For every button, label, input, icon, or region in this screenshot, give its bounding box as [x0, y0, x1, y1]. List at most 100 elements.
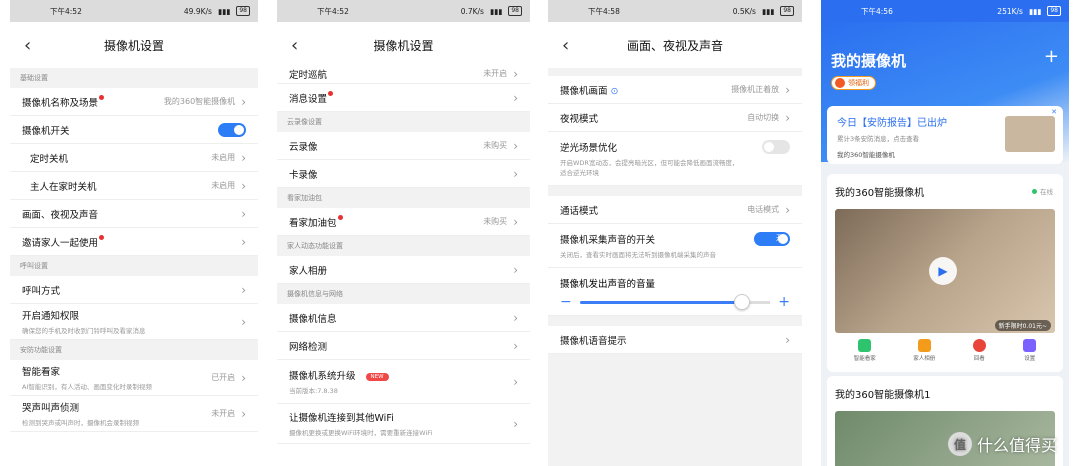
battery-icon: 98: [1047, 6, 1061, 16]
picture-settings-row[interactable]: 画面、夜视及声音 ›: [10, 200, 258, 228]
section-security: 安防功能设置: [10, 340, 258, 360]
home-off-label: 主人在家时关机: [30, 181, 97, 193]
chevron-right-icon: ›: [513, 310, 518, 325]
back-icon[interactable]: ‹: [24, 35, 31, 56]
call-mode-value: 电话模式: [747, 205, 780, 214]
card-record-row[interactable]: 卡录像 ›: [277, 160, 530, 188]
cry-detect-row[interactable]: 哭声叫声侦测 检测到哭声或叫声时，摄像机会录制视频 未开启 ›: [10, 396, 258, 432]
signal-icon: ▮▮▮: [1028, 6, 1042, 16]
home-off-row[interactable]: 主人在家时关机 未启用 ›: [10, 172, 258, 200]
night-mode-label: 夜视模式: [560, 113, 599, 125]
shield-check-icon: [858, 339, 872, 352]
wdr-desc: 开启WDR宽动态，会提亮暗光区，但可能会降低画面流畅度，适合逆光环境: [560, 159, 739, 177]
invite-family-label: 邀请家人一起使用: [22, 237, 99, 249]
volume-knob[interactable]: [733, 293, 750, 310]
family-album-label: 家人相册: [289, 265, 328, 277]
cloud-record-value: 未购买: [483, 141, 508, 150]
system-upgrade-version: 当前版本:7.8.38: [289, 387, 338, 395]
camera-picture-value: 摄像机正着放: [731, 85, 780, 94]
volume-plus-icon[interactable]: +: [778, 294, 790, 310]
back-icon[interactable]: ‹: [562, 35, 569, 56]
status-time: 下午4:52: [317, 6, 349, 16]
chevron-right-icon: ›: [241, 370, 246, 385]
cloud-record-row[interactable]: 云录像 未购买 ›: [277, 132, 530, 160]
wdr-row: 逆光场景优化 开启WDR宽动态，会提亮暗光区，但可能会降低画面流畅度，适合逆光环境: [548, 132, 802, 186]
screen-my-cameras: 下午4:56 251K/s ▮▮▮ 98 我的摄像机 + 领福利 今日【安防报告…: [821, 0, 1069, 466]
camera-picture-row[interactable]: 摄像机画面 ⊙ 摄像机正着放 ›: [548, 76, 802, 104]
camera-actions: 智能看家 家人相册 回看 设置: [835, 339, 1055, 362]
security-report-card[interactable]: 今日【安防报告】已出炉 累计3条安防消息，点击查看 我的360智能摄像机 ✕: [827, 106, 1063, 164]
fuel-pack-row[interactable]: 看家加油包 未购买 ›: [277, 208, 530, 236]
invite-family-row[interactable]: 邀请家人一起使用 ›: [10, 228, 258, 256]
call-mode-row[interactable]: 呼叫方式 ›: [10, 276, 258, 304]
call-mode-row[interactable]: 通话模式 电话模式 ›: [548, 196, 802, 224]
signal-icon: ▮▮▮: [217, 6, 231, 16]
home-off-value: 未启用: [211, 181, 236, 190]
wifi-connect-row[interactable]: 让摄像机连接到其他WiFi 摄像机更换或更换WiFi环境时，需要重新连接WiFi ›: [277, 404, 530, 444]
action-family-album-label: 家人相册: [913, 356, 936, 362]
signal-icon: ▮▮▮: [761, 6, 775, 16]
action-playback[interactable]: 回看: [972, 339, 986, 362]
status-bar: 下午4:52 0.7K/s ▮▮▮ 98: [277, 0, 530, 22]
play-icon[interactable]: ▶: [929, 257, 957, 285]
watermark: 值什么值得买: [947, 432, 1057, 456]
action-settings[interactable]: 设置: [1023, 339, 1037, 362]
add-camera-icon[interactable]: +: [1044, 46, 1059, 67]
notify-row[interactable]: 开启通知权限 确保您的手机及时收到门铃呼叫及看家消息 ›: [10, 304, 258, 340]
volume-minus-icon[interactable]: −: [560, 294, 572, 310]
mic-switch-desc: 关闭后，查看实时画面将无法听到摄像机端采集的声音: [560, 251, 716, 259]
patrol-value: 未开启: [483, 69, 508, 78]
chevron-right-icon: ›: [241, 206, 246, 221]
status-time: 下午4:58: [588, 6, 620, 16]
night-mode-row[interactable]: 夜视模式 自动切换 ›: [548, 104, 802, 132]
page-title: 摄像机设置: [103, 38, 164, 53]
gear-icon: [1023, 339, 1037, 352]
section-info: 摄像机信息与网络: [277, 284, 530, 304]
camera-preview[interactable]: ▶ 新手限时0.01元~: [835, 209, 1055, 333]
red-dot-icon: [328, 90, 334, 96]
cry-detect-desc: 检测到哭声或叫声时，摄像机会录制视频: [22, 419, 139, 427]
nav-bar: ‹ 摄像机设置: [10, 22, 258, 68]
camera-switch-row: 摄像机开关: [10, 116, 258, 144]
chevron-right-icon: ›: [241, 406, 246, 421]
close-icon[interactable]: ✕: [1051, 108, 1057, 116]
timer-off-value: 未启用: [211, 153, 236, 162]
volume-slider[interactable]: [579, 293, 771, 310]
camera-picture-label: 摄像机画面: [560, 85, 608, 97]
smart-home-row[interactable]: 智能看家 AI智能识别，有人活动、画面变化时录制视频 已开启 ›: [10, 360, 258, 396]
chevron-right-icon: ›: [513, 166, 518, 181]
message-settings-row[interactable]: 消息设置 ›: [277, 84, 530, 112]
family-album-row[interactable]: 家人相册 ›: [277, 256, 530, 284]
camera-info-row[interactable]: 摄像机信息 ›: [277, 304, 530, 332]
action-playback-label: 回看: [973, 356, 985, 362]
camera-info-label: 摄像机信息: [289, 313, 337, 325]
back-icon[interactable]: ‹: [291, 35, 298, 56]
page-title: 我的摄像机: [831, 52, 907, 70]
mic-switch-toggle[interactable]: 开: [754, 232, 790, 246]
chevron-right-icon: ›: [785, 82, 790, 97]
volume-row: 摄像机发出声音的音量 − +: [548, 268, 802, 316]
chevron-right-icon: ›: [513, 338, 518, 353]
chevron-right-icon: ›: [513, 214, 518, 229]
camera-card-title: 我的360智能摄像机: [835, 188, 925, 199]
timer-off-row[interactable]: 定时关机 未启用 ›: [10, 144, 258, 172]
watermark-text: 什么值得买: [976, 436, 1057, 455]
section-cloud: 云录像设置: [277, 112, 530, 132]
action-smart-home[interactable]: 智能看家: [854, 339, 876, 362]
network-speed: 0.7K/s: [460, 6, 484, 16]
red-dot-icon: [99, 94, 105, 100]
voice-prompt-label: 摄像机语音提示: [560, 335, 627, 347]
chevron-right-icon: ›: [241, 178, 246, 193]
system-upgrade-row[interactable]: 摄像机系统升级 NEW 当前版本:7.8.38 ›: [277, 360, 530, 404]
bonus-button[interactable]: 领福利: [831, 76, 876, 90]
network-check-row[interactable]: 网络检测 ›: [277, 332, 530, 360]
action-family-album[interactable]: 家人相册: [913, 339, 935, 362]
promo-badge[interactable]: 新手限时0.01元~: [994, 320, 1051, 331]
camera-card[interactable]: 我的360智能摄像机 在线 ▶ 新手限时0.01元~ 智能看家 家人相册 回看 …: [827, 174, 1063, 372]
wdr-toggle[interactable]: [762, 140, 790, 154]
voice-prompt-row[interactable]: 摄像机语音提示 ›: [548, 326, 802, 354]
network-speed: 251K/s: [997, 6, 1023, 16]
patrol-label: 定时巡航: [289, 69, 328, 81]
camera-name-row[interactable]: 摄像机名称及场景 我的360智能摄像机 ›: [10, 88, 258, 116]
camera-switch-toggle[interactable]: [218, 122, 246, 137]
